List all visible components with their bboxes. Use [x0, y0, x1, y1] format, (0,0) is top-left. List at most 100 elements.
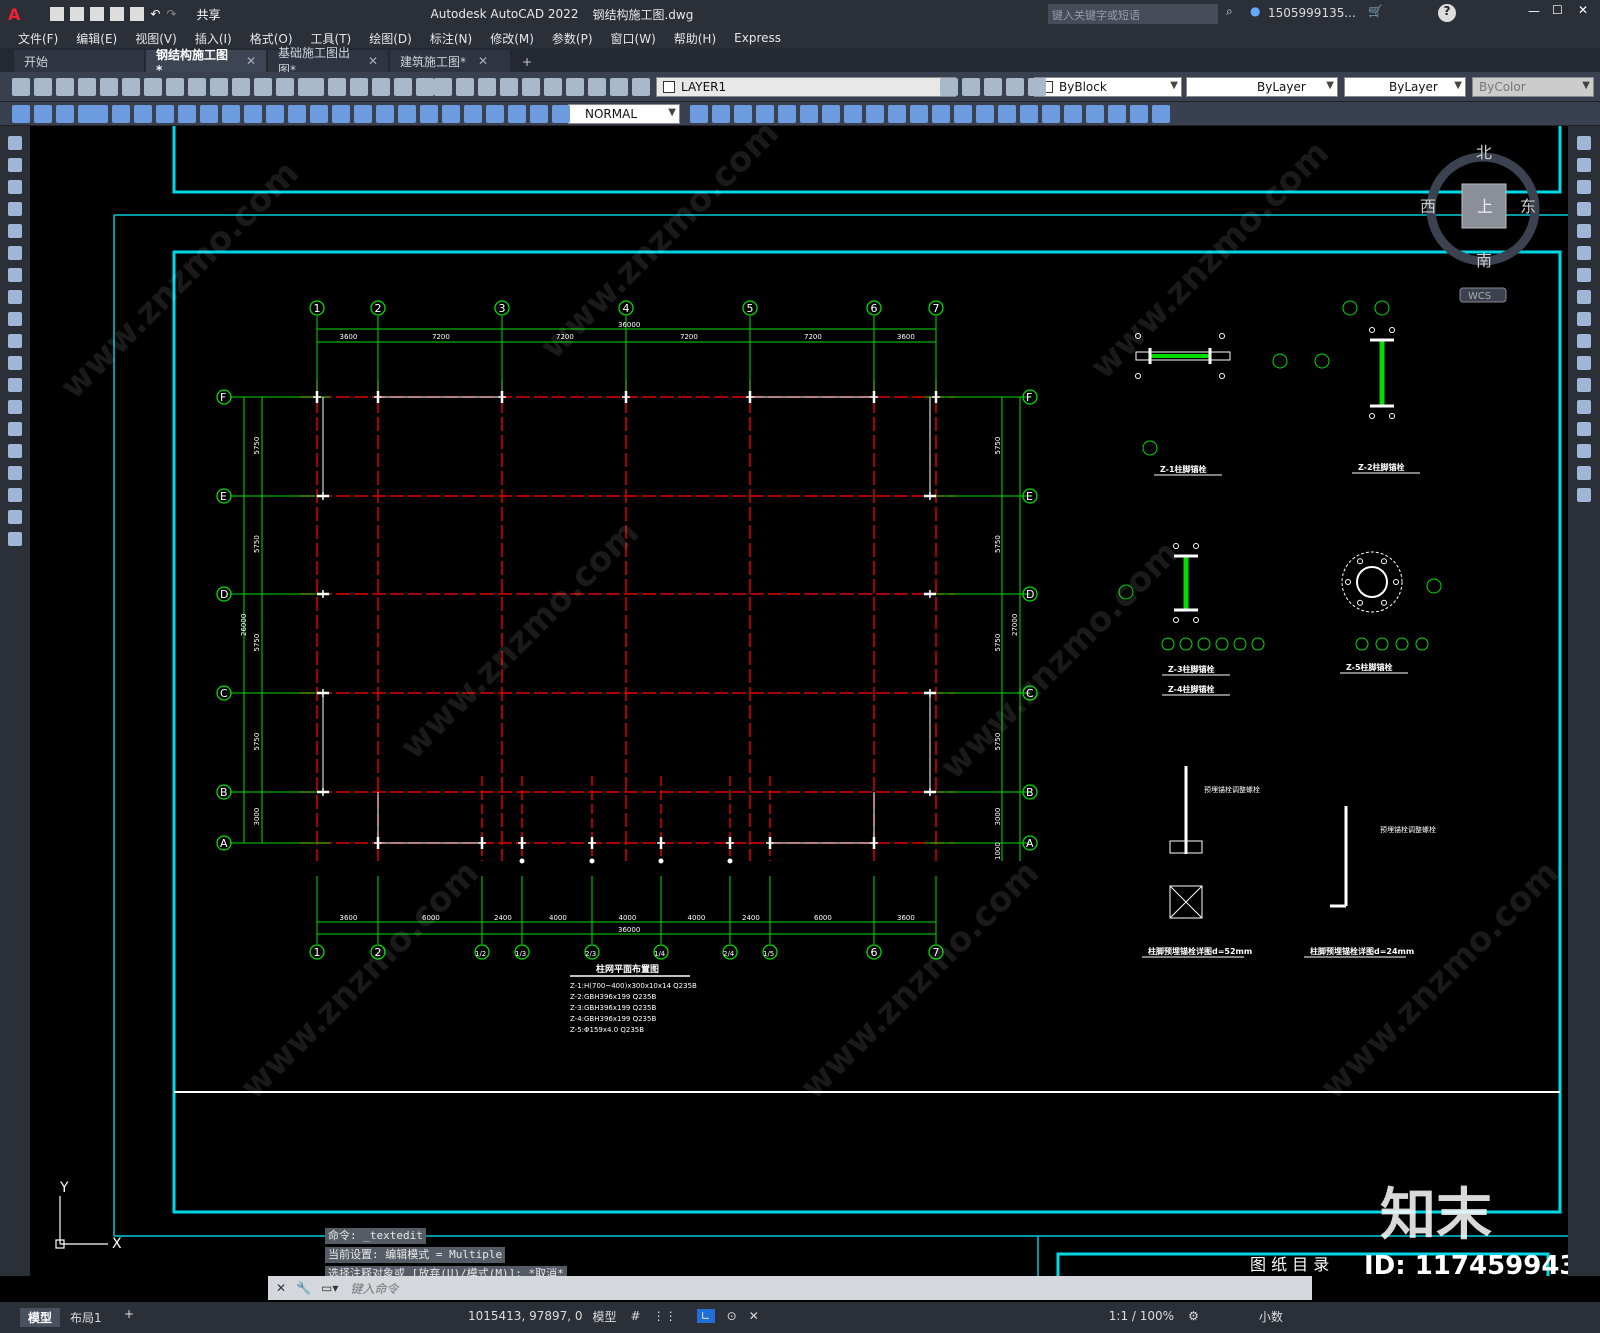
menu-item[interactable]: 文件(F)	[18, 30, 58, 47]
tool-icon[interactable]	[8, 466, 22, 480]
toolbar-button-icon[interactable]	[398, 105, 416, 123]
tool-icon[interactable]	[1577, 158, 1591, 172]
toolbar-button-icon[interactable]	[588, 78, 606, 96]
toolbar-button-icon[interactable]	[984, 78, 1002, 96]
toolbar-button-icon[interactable]	[156, 105, 174, 123]
toolbar-button-icon[interactable]	[34, 78, 52, 96]
toolbar-button-icon[interactable]	[12, 105, 30, 123]
minimize-button[interactable]: —	[1528, 4, 1540, 18]
toolbar-button-icon[interactable]	[288, 105, 306, 123]
toolbar-button-icon[interactable]	[310, 105, 328, 123]
menu-item[interactable]: 绘图(D)	[369, 30, 412, 47]
toolbar-button-icon[interactable]	[544, 78, 562, 96]
tool-icon[interactable]	[8, 312, 22, 326]
toolbar-button-icon[interactable]	[232, 78, 250, 96]
toolbar-button-icon[interactable]	[566, 78, 584, 96]
tool-icon[interactable]	[8, 510, 22, 524]
toolbar-button-icon[interactable]	[976, 105, 994, 123]
close-tab-icon[interactable]: ✕	[368, 54, 378, 68]
tool-icon[interactable]	[1577, 312, 1591, 326]
close-tab-icon[interactable]: ✕	[478, 54, 488, 68]
close-command-icon[interactable]: ✕	[276, 1281, 286, 1295]
toolbar-button-icon[interactable]	[500, 78, 518, 96]
toolbar-button-icon[interactable]	[112, 105, 130, 123]
tool-icon[interactable]	[8, 334, 22, 348]
tool-icon[interactable]	[1577, 466, 1591, 480]
new-tab-button[interactable]: +	[522, 55, 532, 69]
color-dropdown[interactable]: ByBlock ▼	[1034, 77, 1182, 97]
toolbar-button-icon[interactable]	[178, 105, 196, 123]
search-input[interactable]: 键入关键字或短语	[1048, 4, 1218, 24]
toolbar-button-icon[interactable]	[276, 78, 294, 96]
toolbar-button-icon[interactable]	[144, 78, 162, 96]
gear-icon[interactable]: ⚙	[1188, 1309, 1199, 1323]
toolbar-button-icon[interactable]	[1064, 105, 1082, 123]
toolbar-button-icon[interactable]	[866, 105, 884, 123]
command-line[interactable]: ✕ 🔧 ▭▾ 键入命令	[268, 1276, 1312, 1300]
toolbar-button-icon[interactable]	[372, 78, 390, 96]
grid-icon[interactable]: #	[631, 1309, 641, 1323]
plotstyle-dropdown[interactable]: ByColor ▼	[1472, 77, 1594, 97]
help-icon[interactable]: ?	[1438, 4, 1456, 22]
toolbar-button-icon[interactable]	[1042, 105, 1060, 123]
undo-icon[interactable]: ↶	[150, 7, 160, 21]
toolbar-button-icon[interactable]	[122, 78, 140, 96]
toolbar-button-icon[interactable]	[610, 78, 628, 96]
drawing-canvas[interactable]: 图 纸 目 录 3600 7200 7200 7200 7200 3600360001 2 3…	[30, 126, 1568, 1276]
layer-dropdown[interactable]: LAYER1▼	[656, 77, 956, 97]
tool-icon[interactable]	[8, 202, 22, 216]
toolbar-button-icon[interactable]	[464, 105, 482, 123]
tool-icon[interactable]	[1577, 400, 1591, 414]
toolbar-button-icon[interactable]	[332, 105, 350, 123]
command-input[interactable]: 键入命令	[350, 1280, 398, 1297]
close-button[interactable]: ✕	[1578, 3, 1588, 17]
maximize-button[interactable]: ☐	[1552, 3, 1563, 17]
tool-icon[interactable]	[8, 532, 22, 546]
tool-icon[interactable]	[1577, 290, 1591, 304]
new-icon[interactable]	[50, 7, 65, 21]
toolbar-button-icon[interactable]	[822, 105, 840, 123]
document-tab[interactable]: 钢结构施工图* ✕	[146, 48, 266, 77]
menu-item[interactable]: 窗口(W)	[611, 30, 656, 47]
user-name[interactable]: 1505999135...	[1268, 6, 1356, 20]
annotation-scale[interactable]: 1:1 / 100%	[1109, 1309, 1174, 1323]
viewcube-south[interactable]: 南	[1476, 251, 1492, 270]
tool-icon[interactable]	[8, 488, 22, 502]
recent-commands-icon[interactable]: ▭▾	[321, 1281, 338, 1295]
toolbar-button-icon[interactable]	[90, 105, 108, 123]
toolbar-button-icon[interactable]	[1152, 105, 1170, 123]
tool-icon[interactable]	[8, 268, 22, 282]
toolbar-button-icon[interactable]	[306, 78, 324, 96]
document-tab[interactable]: 开始	[14, 50, 144, 72]
tool-icon[interactable]	[1577, 444, 1591, 458]
toolbar-button-icon[interactable]	[932, 105, 950, 123]
toolbar-button-icon[interactable]	[56, 78, 74, 96]
search-icon[interactable]: ⌕	[1226, 4, 1233, 19]
user-icon[interactable]: ●	[1250, 4, 1260, 18]
linetype-dropdown[interactable]: ByLayer ▼	[1186, 77, 1338, 97]
customize-icon[interactable]: 🔧	[296, 1281, 311, 1295]
tool-icon[interactable]	[1577, 136, 1591, 150]
toolbar-button-icon[interactable]	[712, 105, 730, 123]
toolbar-button-icon[interactable]	[844, 105, 862, 123]
cart-icon[interactable]: 🛒	[1368, 4, 1383, 18]
toolbar-button-icon[interactable]	[1006, 78, 1024, 96]
toolbar-button-icon[interactable]	[962, 78, 980, 96]
toolbar-button-icon[interactable]	[1086, 105, 1104, 123]
toolbar-button-icon[interactable]	[910, 105, 928, 123]
document-tab[interactable]: 基础施工图出图* ✕	[268, 46, 388, 77]
toolbar-button-icon[interactable]	[12, 78, 30, 96]
toolbar-button-icon[interactable]	[254, 78, 272, 96]
toolbar-button-icon[interactable]	[756, 105, 774, 123]
toolbar-button-icon[interactable]	[734, 105, 752, 123]
tool-icon[interactable]	[1577, 488, 1591, 502]
toolbar-button-icon[interactable]	[1108, 105, 1126, 123]
snap-icon[interactable]: ⋮⋮	[653, 1309, 677, 1323]
toolbar-button-icon[interactable]	[420, 105, 438, 123]
toolbar-button-icon[interactable]	[954, 105, 972, 123]
app-logo-icon[interactable]: A	[8, 5, 20, 24]
menu-item[interactable]: 编辑(E)	[76, 30, 117, 47]
tool-icon[interactable]	[8, 290, 22, 304]
add-layout-button[interactable]: +	[124, 1307, 134, 1321]
viewcube-east[interactable]: 东	[1520, 197, 1536, 216]
